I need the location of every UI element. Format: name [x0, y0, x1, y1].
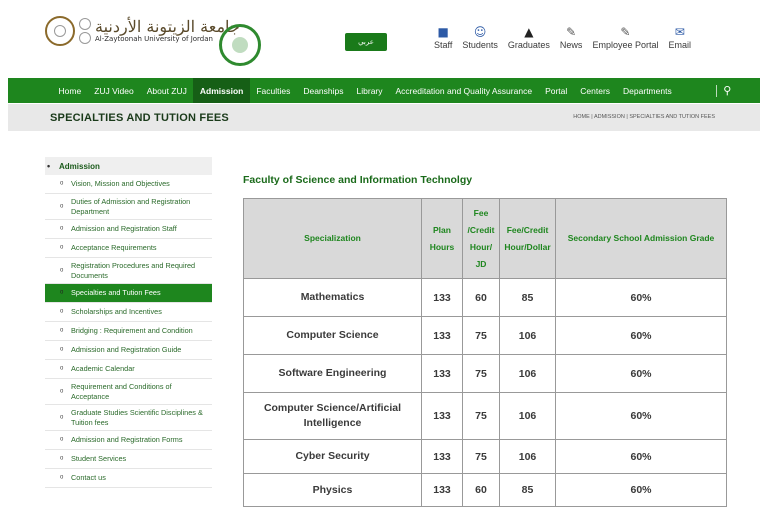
cell-plan-hours: 133: [421, 473, 463, 507]
main-nav: Home ZUJ Video About ZUJ Admission Facul…: [8, 78, 760, 103]
cell-specialization: Mathematics: [243, 278, 422, 317]
cell-admission-grade: 60%: [555, 278, 727, 317]
logo-title: جامعة الزيتونة الأردنية Al-Zaytoonah Uni…: [95, 16, 240, 44]
cell-admission-grade: 60%: [555, 392, 727, 440]
breadcrumb[interactable]: HOME | ADMISSION | SPECIALTIES AND TUTIO…: [573, 114, 715, 120]
nav-accreditation[interactable]: Accreditation and Quality Assurance: [389, 78, 539, 103]
nav-deanships[interactable]: Deanships: [297, 78, 350, 103]
cell-admission-grade: 60%: [555, 354, 727, 393]
sidebar-item-active[interactable]: Specialties and Tution Fees: [45, 284, 212, 303]
search-icon[interactable]: ⚲: [723, 84, 731, 97]
cell-fee-jd: 75: [462, 354, 500, 393]
cell-fee-dollar: 85: [499, 473, 556, 507]
university-seal-icon: [219, 24, 261, 66]
nav-portal[interactable]: Portal: [539, 78, 574, 103]
header-fee-jd: Fee /Credit Hour/ JD: [462, 198, 500, 279]
cell-admission-grade: 60%: [555, 439, 727, 474]
header-admission-grade: Secondary School Admission Grade: [555, 198, 727, 279]
sidebar-item[interactable]: Student Services: [45, 450, 212, 469]
top-link-employee-portal[interactable]: ✎ Employee Portal: [592, 25, 658, 50]
table-row: Physics 133 60 85 60%: [243, 473, 727, 507]
graduates-icon: ▲: [524, 25, 534, 39]
nav-admission[interactable]: Admission: [193, 78, 250, 103]
nav-departments[interactable]: Departments: [617, 78, 679, 103]
table-header-row: Specialization Plan Hours Fee /Credit Ho…: [243, 198, 727, 279]
sidebar-item[interactable]: Bridging : Requirement and Condition: [45, 322, 212, 341]
top-link-graduates[interactable]: ▲ Graduates: [508, 25, 550, 50]
cell-fee-dollar: 85: [499, 278, 556, 317]
nav-centers[interactable]: Centers: [574, 78, 617, 103]
top-link-staff[interactable]: ■ Staff: [434, 25, 452, 50]
header-specialization: Specialization: [243, 198, 422, 279]
table-row: Mathematics 133 60 85 60%: [243, 278, 727, 317]
sidebar-item[interactable]: Contact us: [45, 469, 212, 488]
cell-fee-jd: 75: [462, 316, 500, 355]
top-link-news[interactable]: ✎ News: [560, 25, 583, 50]
cell-specialization: Computer Science: [243, 316, 422, 355]
top-link-email[interactable]: ✉ Email: [668, 25, 691, 50]
sidebar-item[interactable]: Requirement and Conditions of Acceptance: [45, 379, 212, 405]
sidebar-item[interactable]: Registration Procedures and Required Doc…: [45, 258, 212, 284]
sidebar-item[interactable]: Duties of Admission and Registration Dep…: [45, 194, 212, 220]
email-icon: ✉: [674, 25, 685, 39]
table-row: Software Engineering 133 75 106 60%: [243, 354, 727, 393]
nav-about-zuj[interactable]: About ZUJ: [140, 78, 193, 103]
sidebar-item[interactable]: Admission and Registration Guide: [45, 341, 212, 360]
cell-admission-grade: 60%: [555, 473, 727, 507]
sidebar-item[interactable]: Academic Calendar: [45, 360, 212, 379]
cell-fee-dollar: 106: [499, 316, 556, 355]
page-title: SPECIALTIES AND TUTION FEES: [50, 112, 229, 124]
table-row: Computer Science 133 75 106 60%: [243, 316, 727, 355]
nav-faculties[interactable]: Faculties: [250, 78, 297, 103]
cell-fee-dollar: 106: [499, 439, 556, 474]
university-logo[interactable]: جامعة الزيتونة الأردنية Al-Zaytoonah Uni…: [45, 16, 240, 46]
cell-specialization: Cyber Security: [243, 439, 422, 474]
page-title-bar: SPECIALTIES AND TUTION FEES HOME | ADMIS…: [8, 104, 760, 131]
university-name-english: Al-Zaytoonah University of Jordan: [95, 34, 213, 43]
cell-fee-dollar: 106: [499, 392, 556, 440]
nav-zuj-video[interactable]: ZUJ Video: [88, 78, 141, 103]
nav-library[interactable]: Library: [350, 78, 389, 103]
cell-fee-dollar: 106: [499, 354, 556, 393]
sidebar-menu: Admission Vision, Mission and Objectives…: [45, 157, 212, 488]
nav-divider: [716, 84, 718, 97]
faculty-title: Faculty of Science and Information Techn…: [243, 174, 473, 186]
sidebar-item[interactable]: Admission and Registration Staff: [45, 220, 212, 239]
cell-plan-hours: 133: [421, 439, 463, 474]
cell-specialization: Physics: [243, 473, 422, 507]
cell-fee-jd: 75: [462, 439, 500, 474]
fees-table: Specialization Plan Hours Fee /Credit Ho…: [243, 198, 727, 507]
table-row: Computer Science/Artificial Intelligence…: [243, 392, 727, 440]
language-toggle-button[interactable]: عربي: [345, 33, 387, 51]
sidebar-item[interactable]: Vision, Mission and Objectives: [45, 175, 212, 194]
sidebar-item[interactable]: Graduate Studies Scientific Disciplines …: [45, 405, 212, 431]
sidebar-item[interactable]: Scholarships and Incentives: [45, 303, 212, 322]
sidebar-item[interactable]: Admission and Registration Forms: [45, 431, 212, 450]
cell-fee-jd: 75: [462, 392, 500, 440]
sidebar-heading[interactable]: Admission: [45, 157, 212, 175]
cell-plan-hours: 133: [421, 278, 463, 317]
university-name-arabic: جامعة الزيتونة الأردنية: [95, 16, 240, 36]
cell-admission-grade: 60%: [555, 316, 727, 355]
top-links: ■ Staff ☺ Students ▲ Graduates ✎ News ✎ …: [434, 25, 701, 50]
cell-fee-jd: 60: [462, 473, 500, 507]
header-fee-dollar: Fee/Credit Hour/Dollar: [499, 198, 556, 279]
nav-home[interactable]: Home: [52, 78, 88, 103]
sidebar-item[interactable]: Acceptance Requirements: [45, 239, 212, 258]
cell-plan-hours: 133: [421, 392, 463, 440]
staff-icon: ■: [437, 25, 449, 39]
table-row: Cyber Security 133 75 106 60%: [243, 439, 727, 474]
students-icon: ☺: [473, 25, 487, 39]
cell-plan-hours: 133: [421, 354, 463, 393]
news-icon: ✎: [566, 25, 577, 39]
partner-badges: [79, 18, 91, 44]
cell-plan-hours: 133: [421, 316, 463, 355]
cell-fee-jd: 60: [462, 278, 500, 317]
employee-portal-icon: ✎: [620, 25, 631, 39]
emblem-icon: [45, 16, 75, 46]
top-link-students[interactable]: ☺ Students: [462, 25, 498, 50]
cell-specialization: Computer Science/Artificial Intelligence: [243, 392, 422, 440]
header-plan-hours: Plan Hours: [421, 198, 463, 279]
cell-specialization: Software Engineering: [243, 354, 422, 393]
